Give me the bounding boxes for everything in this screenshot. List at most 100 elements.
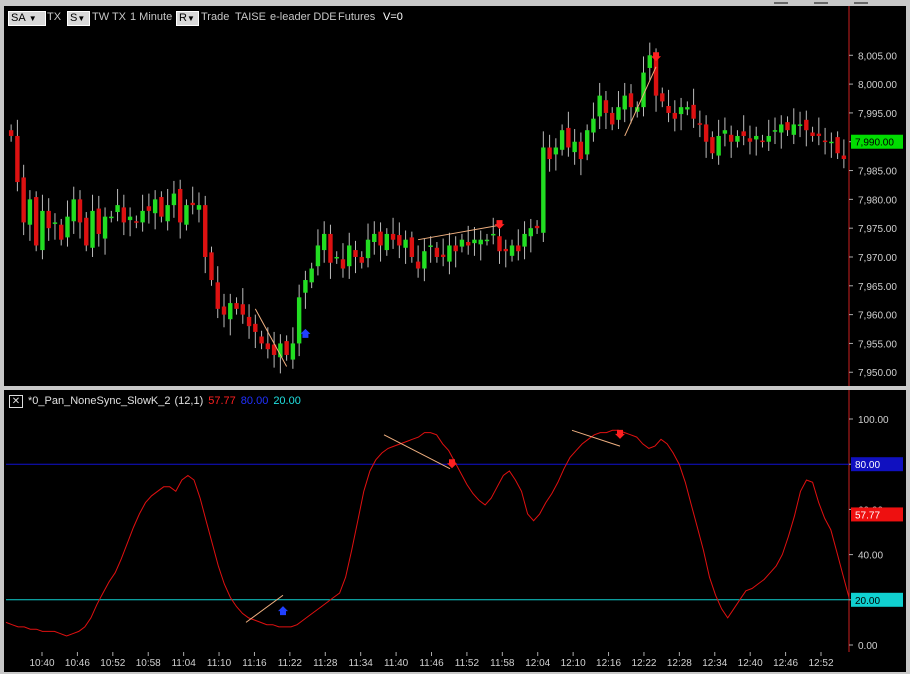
candle (84, 217, 89, 246)
candle (747, 138, 753, 142)
indicator-params: (12,1) (174, 395, 204, 407)
candle (647, 55, 652, 68)
candle (96, 208, 101, 234)
slowk-line (5, 429, 850, 637)
candle (184, 205, 189, 225)
candle (779, 124, 784, 133)
candle (735, 135, 740, 142)
candle (365, 239, 371, 259)
candle (660, 93, 665, 102)
candle (40, 210, 45, 251)
candle (102, 216, 108, 239)
candle (534, 225, 540, 229)
indicator-value-blue: 80.00 (240, 395, 269, 407)
category-label: Futures (338, 11, 376, 23)
candle (804, 119, 809, 131)
candle (340, 259, 346, 269)
candle (65, 216, 70, 238)
candle (522, 233, 527, 247)
candle (15, 135, 20, 183)
candle (628, 93, 634, 108)
price-tick-label: 7,985.00 (858, 167, 897, 178)
candle (33, 197, 39, 246)
candle (8, 130, 14, 136)
close-icon[interactable]: ✕ (9, 395, 23, 408)
candle (459, 239, 465, 247)
time-tick-label: 12:40 (738, 658, 763, 669)
time-tick-label: 11:40 (384, 658, 409, 669)
session-button[interactable]: S▼ (67, 11, 90, 26)
candle (672, 112, 678, 119)
time-tick-label: 12:22 (631, 658, 656, 669)
candle (403, 239, 408, 248)
candle (835, 137, 840, 154)
time-tick-label: 11:16 (242, 658, 267, 669)
time-tick-label: 12:10 (561, 658, 586, 669)
restore-icon[interactable] (810, 0, 832, 6)
candle (797, 124, 803, 126)
candle (21, 177, 26, 223)
candle (785, 122, 790, 131)
candle (303, 280, 308, 293)
candle (378, 231, 383, 246)
candle (296, 297, 302, 344)
candle (528, 228, 534, 237)
candle (409, 237, 415, 257)
candle (591, 118, 596, 133)
last-price-label: 7,990.00 (855, 138, 894, 149)
candle (434, 247, 440, 257)
candle (390, 233, 396, 240)
symbol-button[interactable]: SA ▼ (8, 11, 46, 26)
candle (447, 245, 452, 262)
price-tick-label: 8,005.00 (858, 51, 897, 62)
chevron-down-icon: ▼ (186, 14, 195, 23)
price-tick-label: 7,965.00 (858, 282, 897, 293)
candle (497, 236, 502, 252)
candle (152, 199, 158, 214)
candle (228, 303, 233, 320)
candle (146, 206, 152, 211)
time-tick-label: 10:52 (100, 658, 125, 669)
price-tick-label: 7,955.00 (858, 339, 897, 350)
chevron-down-icon: ▼ (28, 14, 37, 23)
candle (710, 137, 715, 154)
symbol-label: TX (47, 11, 62, 23)
candle (422, 251, 427, 269)
candle (290, 343, 296, 360)
replay-button-label: R (179, 12, 187, 24)
candle (115, 205, 120, 213)
candle (741, 131, 746, 136)
time-tick-label: 11:04 (171, 658, 196, 669)
candle (622, 95, 627, 110)
candle (691, 104, 696, 119)
candle (472, 239, 477, 244)
candle (190, 202, 195, 206)
candle (265, 343, 271, 350)
candle (372, 233, 377, 242)
time-tick-label: 11:28 (313, 658, 338, 669)
time-tick-label: 11:58 (490, 658, 515, 669)
exchange-symbol-label: TW TX (92, 11, 127, 23)
indicator-tick-label: 100.00 (858, 415, 889, 426)
volume-label: V=0 (383, 11, 403, 23)
candle (321, 233, 327, 251)
replay-button[interactable]: R▼ (176, 11, 199, 26)
minimize-icon[interactable] (770, 0, 792, 6)
candle (234, 303, 239, 309)
candle (203, 205, 208, 257)
time-tick-label: 10:58 (136, 658, 161, 669)
sell-marker-icon (447, 459, 457, 469)
candle (359, 256, 364, 263)
candle (315, 245, 321, 267)
overbought-tag-label: 80.00 (855, 460, 880, 471)
time-tick-label: 11:34 (349, 658, 374, 669)
candle (503, 248, 508, 252)
close-icon[interactable] (850, 0, 872, 6)
candle (253, 323, 258, 332)
price-tick-label: 7,960.00 (858, 311, 897, 322)
candle (478, 239, 483, 245)
candle (347, 245, 352, 267)
candle (165, 205, 170, 222)
time-tick-label: 11:46 (419, 658, 444, 669)
candle (559, 130, 565, 150)
